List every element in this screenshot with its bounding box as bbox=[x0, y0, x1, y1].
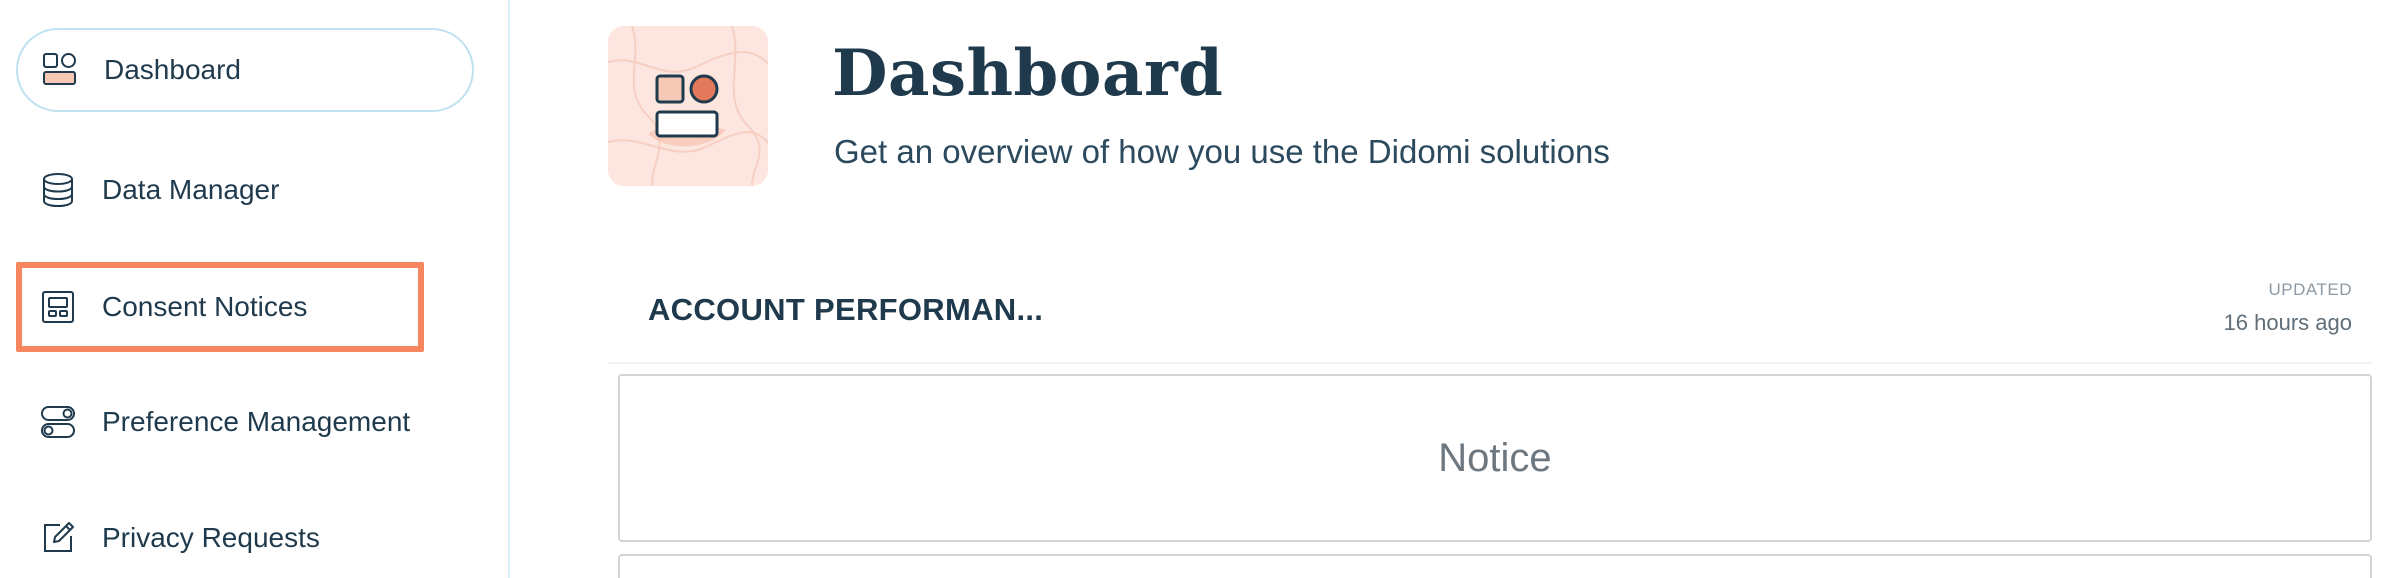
account-performance-header: ACCOUNT PERFORMAN... UPDATED 16 hours ag… bbox=[608, 258, 2372, 364]
updated-label: UPDATED bbox=[2268, 280, 2352, 299]
next-card bbox=[618, 554, 2372, 578]
app: Dashboard Data Manager Consent Notices P… bbox=[0, 0, 2388, 578]
sidebar-item-data-manager[interactable]: Data Manager bbox=[16, 148, 474, 232]
dashboard-illustration-icon bbox=[608, 26, 768, 186]
updated-time: 16 hours ago bbox=[2223, 310, 2352, 335]
sidebar-item-label: Data Manager bbox=[102, 174, 280, 205]
sidebar-item-label: Dashboard bbox=[104, 54, 241, 85]
toggles-icon bbox=[38, 402, 78, 442]
consent-notice-icon bbox=[38, 287, 78, 327]
database-icon bbox=[38, 170, 78, 210]
sidebar-item-label: Privacy Requests bbox=[102, 522, 320, 553]
edit-request-icon bbox=[38, 518, 78, 558]
page-subtitle: Get an overview of how you use the Didom… bbox=[834, 133, 1610, 170]
page-title: Dashboard bbox=[832, 36, 1224, 111]
sidebar-item-dashboard[interactable]: Dashboard bbox=[16, 28, 474, 112]
sidebar-item-preference-management[interactable]: Preference Management bbox=[16, 380, 474, 464]
notice-card-label: Notice bbox=[1438, 435, 1552, 480]
sidebar-item-consent-notices[interactable]: Consent Notices bbox=[16, 262, 424, 352]
dashboard-icon bbox=[40, 50, 80, 90]
sidebar-item-label: Consent Notices bbox=[102, 291, 308, 322]
section-title: ACCOUNT PERFORMAN... bbox=[648, 292, 1044, 327]
sidebar-item-label: Preference Management bbox=[102, 406, 411, 437]
notice-card[interactable]: Notice bbox=[618, 374, 2372, 542]
sidebar: Dashboard Data Manager Consent Notices P… bbox=[0, 0, 510, 578]
sidebar-item-privacy-requests[interactable]: Privacy Requests bbox=[16, 496, 474, 578]
